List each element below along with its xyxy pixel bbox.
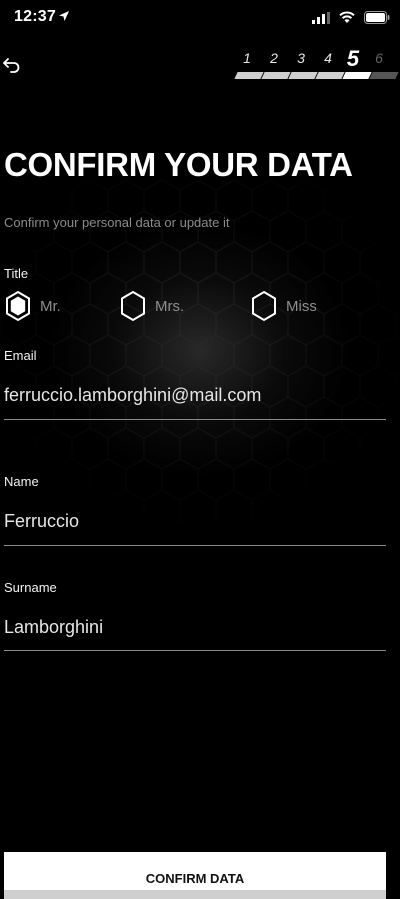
email-label: Email [4,348,37,363]
battery-icon [364,11,390,24]
title-option-mrs[interactable]: Mrs. [119,290,184,322]
title-option-miss-label: Miss [286,297,317,315]
step-number-6: 6 [375,50,383,66]
step-number-5-current: 5 [346,46,360,71]
status-time: 12:37 [14,8,56,25]
cellular-signal-icon [312,12,330,24]
location-arrow-icon [59,11,69,21]
surname-label: Surname [4,580,57,595]
hexagon-radio-icon [252,290,276,322]
step-bar-2 [261,72,291,79]
title-option-mrs-label: Mrs. [155,297,185,315]
confirm-data-screen: 12:37 1 2 3 4 5 6 CONFIRM YOUR DATA Conf… [0,0,400,899]
status-bar: 12:37 [0,0,400,40]
surname-underline [4,650,386,651]
step-number-1: 1 [243,50,251,66]
title-option-mr[interactable]: Mr. [4,290,61,322]
title-label: Title [4,266,29,281]
step-number-4: 4 [324,50,332,66]
step-bar-5-current [342,72,372,79]
hexagon-pattern-background [0,180,400,560]
name-label: Name [4,474,39,489]
surname-field[interactable]: Lamborghini [4,617,388,638]
confirm-data-button[interactable]: CONFIRM DATA [4,852,386,899]
wifi-icon [339,11,355,23]
email-underline [4,419,386,420]
step-bar-4 [315,72,345,79]
title-option-miss[interactable]: Miss [250,290,317,322]
confirm-data-button-label: CONFIRM DATA [145,871,245,886]
page-subtitle: Confirm your personal data or update it [4,215,230,230]
back-arrow-icon[interactable] [2,56,22,74]
hexagon-radio-selected-icon [6,290,30,322]
email-field[interactable]: ferruccio.lamborghini@mail.com [4,385,388,406]
step-bar-3 [288,72,318,79]
title-option-mr-label: Mr. [40,297,61,315]
step-number-3: 3 [297,50,305,66]
step-bar-1 [234,72,264,79]
page-title: CONFIRM YOUR DATA [4,146,353,183]
step-number-2: 2 [270,50,278,66]
step-bar-6 [369,72,399,79]
step-indicator: 1 2 3 4 5 6 [232,46,399,82]
button-bottom-shade [4,890,386,899]
hexagon-radio-icon [121,290,145,322]
name-underline [4,545,386,546]
name-field[interactable]: Ferruccio [4,511,388,532]
